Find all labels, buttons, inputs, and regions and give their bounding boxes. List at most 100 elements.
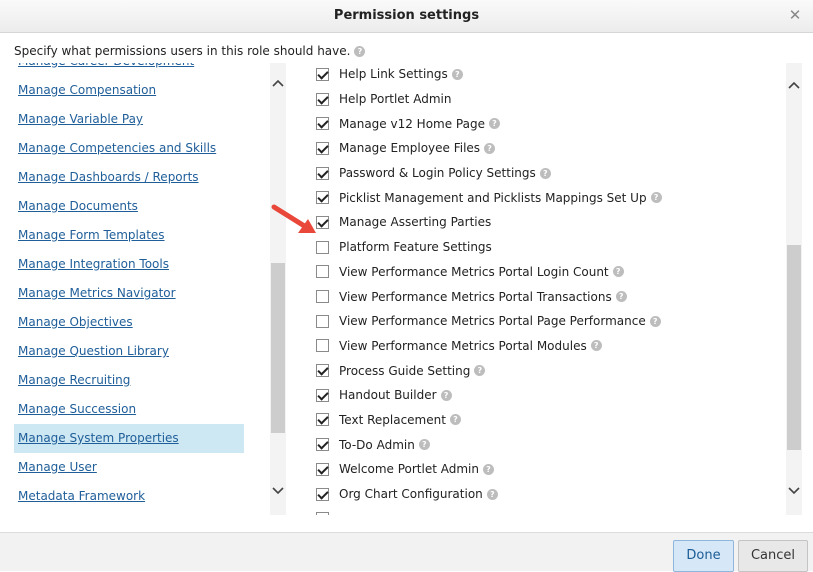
permission-row: Platform Feature Settings bbox=[316, 235, 786, 260]
dialog-title: Permission settings bbox=[333, 8, 480, 23]
permission-label: Handout Builder bbox=[339, 388, 437, 403]
category-link[interactable]: Manage Competencies and Skills bbox=[14, 134, 270, 163]
help-icon[interactable]: ? bbox=[474, 365, 486, 377]
chevron-up-icon[interactable] bbox=[270, 75, 286, 91]
help-icon[interactable]: ? bbox=[488, 118, 500, 130]
permission-row bbox=[316, 506, 786, 515]
help-icon[interactable]: ? bbox=[418, 439, 430, 451]
permission-row: Handout Builder? bbox=[316, 383, 786, 408]
category-link[interactable]: Manage Objectives bbox=[14, 308, 270, 337]
category-link[interactable]: Manage Question Library bbox=[14, 337, 270, 366]
help-icon[interactable]: ? bbox=[612, 266, 624, 278]
category-link[interactable]: Manage Recruiting bbox=[14, 366, 270, 395]
left-scrollbar[interactable] bbox=[270, 63, 286, 515]
category-link[interactable]: Metadata Framework bbox=[14, 482, 270, 511]
help-icon[interactable]: ? bbox=[482, 463, 494, 475]
permission-label: Help Portlet Admin bbox=[339, 92, 452, 107]
permission-label: Org Chart Configuration bbox=[339, 487, 483, 502]
permission-items: Help Link Settings? Help Portlet Admin Man… bbox=[316, 63, 786, 515]
permission-row: Process Guide Setting? bbox=[316, 358, 786, 383]
category-link[interactable]: Manage Succession bbox=[14, 395, 270, 424]
permission-row: Manage Asserting Parties bbox=[316, 210, 786, 235]
cancel-button[interactable]: Cancel bbox=[738, 540, 808, 572]
done-button[interactable]: Done bbox=[673, 540, 734, 572]
category-link[interactable]: Manage User bbox=[14, 453, 270, 482]
help-icon[interactable]: ? bbox=[486, 488, 498, 500]
permission-row: Text Replacement? bbox=[316, 408, 786, 433]
instruction-text: Specify what permissions users in this r… bbox=[14, 44, 366, 58]
permission-label: View Performance Metrics Portal Transact… bbox=[339, 289, 612, 304]
permission-checkbox[interactable] bbox=[316, 364, 329, 378]
permission-label: Welcome Portlet Admin bbox=[339, 462, 479, 477]
dialog-titlebar: Permission settings ✕ bbox=[0, 0, 813, 33]
permission-label: Help Link Settings bbox=[339, 67, 448, 82]
category-link[interactable]: Manage Career Development bbox=[14, 63, 270, 76]
permission-checkbox[interactable] bbox=[316, 290, 329, 304]
help-icon[interactable]: ? bbox=[451, 68, 463, 80]
permission-row: Help Portlet Admin bbox=[316, 87, 786, 112]
permission-label: Platform Feature Settings bbox=[339, 240, 492, 255]
permission-label: Password & Login Policy Settings bbox=[339, 166, 536, 181]
permission-checkbox[interactable] bbox=[316, 388, 329, 402]
permission-row: Welcome Portlet Admin? bbox=[316, 457, 786, 482]
permission-label: To-Do Admin bbox=[339, 437, 415, 452]
permission-checkbox-list: Help Link Settings? Help Portlet Admin Man… bbox=[316, 63, 786, 515]
permission-checkbox[interactable] bbox=[316, 141, 329, 155]
permission-checkbox[interactable] bbox=[316, 413, 329, 427]
help-icon[interactable]: ? bbox=[649, 315, 661, 327]
chevron-down-icon[interactable] bbox=[786, 483, 802, 499]
permission-row: Manage v12 Home Page? bbox=[316, 111, 786, 136]
category-link[interactable]: Manage Integration Tools bbox=[14, 250, 270, 279]
permission-row: View Performance Metrics Portal Transact… bbox=[316, 284, 786, 309]
category-link[interactable]: Manage System Properties bbox=[14, 424, 244, 453]
help-icon[interactable]: ? bbox=[650, 192, 662, 204]
permission-checkbox[interactable] bbox=[316, 512, 329, 515]
permission-row: Manage Employee Files? bbox=[316, 136, 786, 161]
permission-label: View Performance Metrics Portal Login Co… bbox=[339, 264, 609, 279]
category-link[interactable]: Manage Variable Pay bbox=[14, 105, 270, 134]
permission-row: View Performance Metrics Portal Page Per… bbox=[316, 309, 786, 334]
help-icon[interactable]: ? bbox=[440, 389, 452, 401]
permission-row: Help Link Settings? bbox=[316, 63, 786, 87]
permission-checkbox[interactable] bbox=[316, 438, 329, 452]
permission-checkbox[interactable] bbox=[316, 265, 329, 279]
permission-checkbox[interactable] bbox=[316, 166, 329, 180]
close-icon[interactable]: ✕ bbox=[787, 6, 803, 24]
permission-checkbox[interactable] bbox=[316, 314, 329, 328]
category-link[interactable]: Manage Metrics Navigator bbox=[14, 279, 270, 308]
help-icon[interactable]: ? bbox=[354, 46, 366, 57]
permission-checkbox[interactable] bbox=[316, 117, 329, 131]
permission-checkbox[interactable] bbox=[316, 67, 329, 81]
chevron-up-icon[interactable] bbox=[786, 77, 802, 93]
category-link[interactable]: Manage Form Templates bbox=[14, 221, 270, 250]
right-scrollbar-thumb[interactable] bbox=[787, 245, 801, 450]
help-icon[interactable]: ? bbox=[484, 142, 496, 154]
permission-row: View Performance Metrics Portal Modules? bbox=[316, 334, 786, 359]
permission-checkbox[interactable] bbox=[316, 462, 329, 476]
permission-label: Manage Employee Files bbox=[339, 141, 481, 156]
help-icon[interactable]: ? bbox=[615, 291, 627, 303]
category-link[interactable]: Manage Compensation bbox=[14, 76, 270, 105]
permission-label: Manage Asserting Parties bbox=[339, 215, 492, 230]
permission-row: Picklist Management and Picklists Mappin… bbox=[316, 185, 786, 210]
permission-row: View Performance Metrics Portal Login Co… bbox=[316, 260, 786, 285]
annotation-arrow-icon bbox=[271, 204, 316, 233]
permission-label: Process Guide Setting bbox=[339, 363, 471, 378]
right-scrollbar[interactable] bbox=[786, 63, 802, 515]
permission-row: Org Chart Configuration? bbox=[316, 482, 786, 507]
category-link[interactable]: Manage Dashboards / Reports bbox=[14, 163, 270, 192]
dialog-footer: Done Cancel bbox=[0, 532, 813, 572]
permission-category-list: Manage Career DevelopmentManage Compensa… bbox=[14, 63, 288, 515]
chevron-down-icon[interactable] bbox=[270, 483, 286, 499]
permission-checkbox[interactable] bbox=[316, 92, 329, 106]
help-icon[interactable]: ? bbox=[539, 167, 551, 179]
permission-checkbox[interactable] bbox=[316, 487, 329, 501]
help-icon[interactable]: ? bbox=[449, 414, 461, 426]
category-link[interactable]: Manage Documents bbox=[14, 192, 270, 221]
help-icon[interactable]: ? bbox=[590, 340, 602, 352]
permission-checkbox[interactable] bbox=[316, 240, 329, 254]
permission-checkbox[interactable] bbox=[316, 339, 329, 353]
permission-row: Password & Login Policy Settings? bbox=[316, 161, 786, 186]
permission-label: View Performance Metrics Portal Page Per… bbox=[339, 314, 646, 329]
left-scrollbar-thumb[interactable] bbox=[271, 263, 285, 433]
